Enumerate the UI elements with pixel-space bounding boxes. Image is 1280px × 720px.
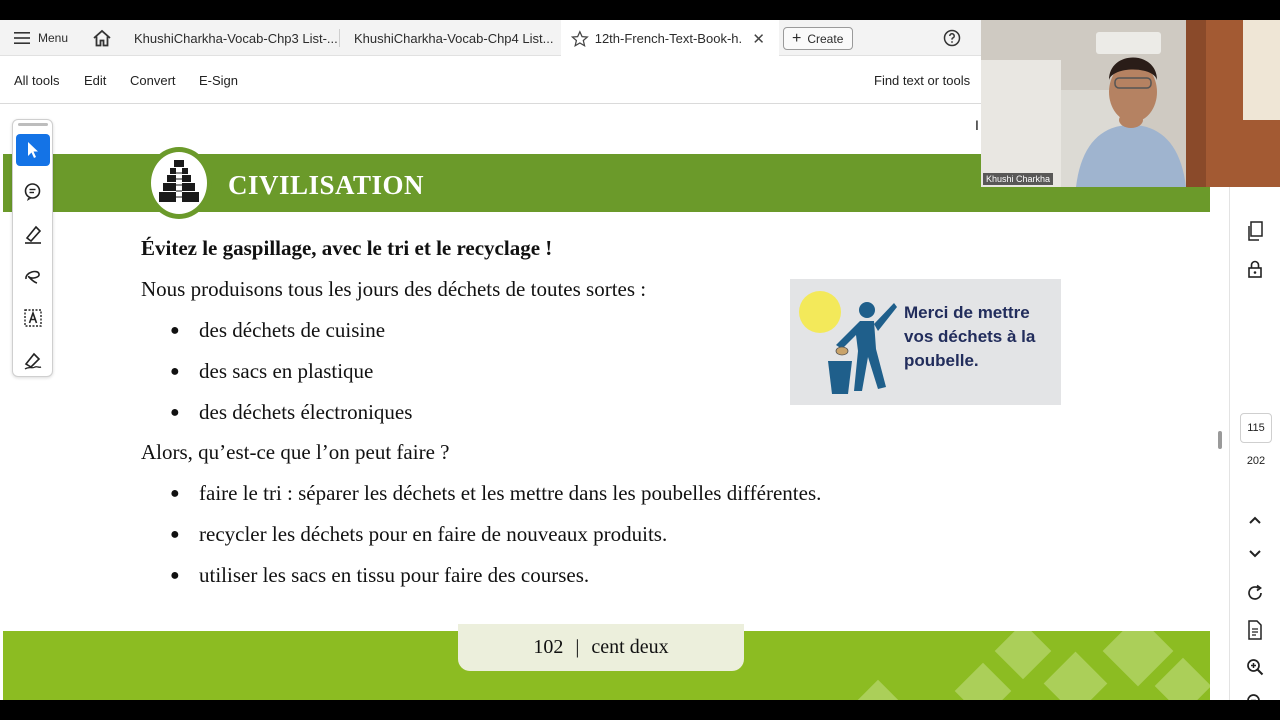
chevron-down-icon bbox=[1249, 550, 1261, 558]
section-title: CIVILISATION bbox=[228, 170, 425, 200]
pyramid-icon bbox=[146, 147, 212, 219]
comment-tool-button[interactable] bbox=[16, 176, 50, 208]
menu-edit[interactable]: Edit bbox=[84, 73, 106, 88]
content-heading: Évitez le gaspillage, avec le tri et le … bbox=[141, 236, 553, 260]
list-item: ● utiliser les sacs en tissu pour faire d… bbox=[170, 563, 590, 587]
zoom-in-icon bbox=[1247, 659, 1264, 676]
copy-pages-icon bbox=[1248, 221, 1263, 241]
chevron-up-icon bbox=[1249, 516, 1261, 524]
select-tool-button[interactable] bbox=[16, 134, 50, 166]
litter-bin-figure-icon bbox=[799, 291, 897, 394]
pdf-page: CIVILISATION Évitez le gaspillage, avec … bbox=[3, 104, 1210, 700]
page-fit-icon bbox=[1248, 620, 1262, 640]
list-item-text: recycler les déchets pour en faire de no… bbox=[199, 522, 668, 546]
organize-pages-button[interactable] bbox=[1243, 219, 1267, 243]
question-paragraph: Alors, qu’est-ce que l’on peut faire ? bbox=[141, 440, 450, 464]
page-number-label: 102 | cent deux bbox=[458, 624, 744, 671]
fit-page-button[interactable] bbox=[1243, 618, 1267, 642]
zoom-out-icon bbox=[1247, 694, 1260, 700]
list-item: ● des déchets électroniques bbox=[170, 400, 413, 424]
text-box-icon bbox=[24, 309, 42, 327]
participant-name-tag: Khushi Charkha bbox=[983, 173, 1054, 185]
intro-paragraph: Nous produisons tous les jours des déche… bbox=[141, 277, 647, 301]
text-tool-button[interactable] bbox=[16, 302, 50, 334]
menu-e-sign[interactable]: E-Sign bbox=[199, 73, 238, 88]
menu-button[interactable]: Menu bbox=[14, 20, 68, 56]
find-text-or-tools[interactable]: Find text or tools bbox=[874, 73, 970, 88]
divider: | bbox=[575, 636, 580, 658]
current-page-input[interactable]: 115 bbox=[1240, 413, 1272, 443]
menu-convert[interactable]: Convert bbox=[130, 73, 176, 88]
home-icon bbox=[93, 29, 111, 47]
sign-pen-icon bbox=[24, 352, 42, 370]
next-page-button[interactable] bbox=[1243, 542, 1267, 566]
create-label: Create bbox=[807, 31, 844, 46]
webcam-scene bbox=[981, 20, 1280, 187]
zoom-out-button[interactable] bbox=[1243, 690, 1267, 700]
tab-label: KhushiCharkha-Vocab-Chp4 List... bbox=[354, 30, 554, 46]
list-item: ● recycler les déchets pour en faire de n… bbox=[170, 522, 668, 546]
highlight-tool-button[interactable] bbox=[16, 218, 50, 250]
tab-vocab-chp3[interactable]: KhushiCharkha-Vocab-Chp3 List-... bbox=[120, 20, 340, 56]
previous-page-button[interactable] bbox=[1243, 508, 1267, 532]
vertical-scrollbar-thumb[interactable] bbox=[1218, 431, 1222, 449]
rotate-button[interactable] bbox=[1243, 581, 1267, 605]
poster-caption: Merci de mettre vos déchets à la poubell… bbox=[904, 303, 1036, 370]
add-comment-icon bbox=[24, 183, 41, 201]
page-number-words: cent deux bbox=[591, 636, 669, 658]
page-number: 102 bbox=[533, 636, 564, 658]
zoom-in-button[interactable] bbox=[1243, 655, 1267, 679]
list-item-text: des sacs en plastique bbox=[199, 359, 374, 383]
tab-vocab-chp4[interactable]: KhushiCharkha-Vocab-Chp4 List... bbox=[340, 20, 560, 56]
webcam-video-feed: Khushi Charkha bbox=[981, 20, 1280, 187]
list-item-text: utiliser les sacs en tissu pour faire de… bbox=[199, 563, 590, 587]
total-pages: 202 bbox=[1246, 455, 1266, 467]
list-item-text: des déchets électroniques bbox=[199, 400, 413, 424]
tab-label: 12th-French-Text-Book-h... bbox=[594, 31, 743, 46]
plus-icon: + bbox=[792, 29, 802, 47]
list-item: ● des déchets de cuisine bbox=[170, 318, 386, 342]
menu-label: Menu bbox=[38, 31, 69, 45]
close-tab-icon[interactable]: ✕ bbox=[752, 30, 765, 48]
tab-label: KhushiCharkha-Vocab-Chp3 List-... bbox=[134, 30, 338, 46]
create-button[interactable]: + Create bbox=[783, 27, 853, 50]
sign-tool-button[interactable] bbox=[16, 344, 50, 376]
list-item-text: faire le tri : séparer les déchets et le… bbox=[199, 481, 822, 505]
help-button[interactable] bbox=[942, 20, 962, 56]
draw-freeform-icon bbox=[25, 270, 40, 284]
menu-all-tools[interactable]: All tools bbox=[14, 73, 60, 88]
text-cursor-icon: I bbox=[975, 117, 979, 133]
hamburger-icon bbox=[14, 32, 30, 44]
rotate-icon bbox=[1248, 584, 1262, 600]
tab-french-textbook-active[interactable]: 12th-French-Text-Book-h... ✕ bbox=[561, 20, 779, 57]
select-pointer-icon bbox=[28, 142, 38, 158]
list-item: ● des sacs en plastique bbox=[170, 359, 374, 383]
star-icon[interactable] bbox=[571, 29, 589, 48]
home-button[interactable] bbox=[90, 20, 114, 56]
help-circle-icon bbox=[943, 29, 961, 47]
right-side-panel: 115 202 bbox=[1229, 185, 1280, 700]
highlight-pen-icon bbox=[25, 225, 42, 244]
list-item: ● faire le tri : séparer les déchets et l… bbox=[170, 481, 822, 505]
lock-icon bbox=[1248, 260, 1262, 278]
draw-tool-button[interactable] bbox=[16, 260, 50, 292]
recycling-poster: Merci de mettre vos déchets à la poubell… bbox=[790, 279, 1061, 405]
list-item-text: des déchets de cuisine bbox=[199, 318, 386, 342]
drag-handle[interactable] bbox=[18, 123, 48, 126]
quick-tools-panel bbox=[12, 119, 53, 377]
protect-button[interactable] bbox=[1243, 257, 1267, 281]
